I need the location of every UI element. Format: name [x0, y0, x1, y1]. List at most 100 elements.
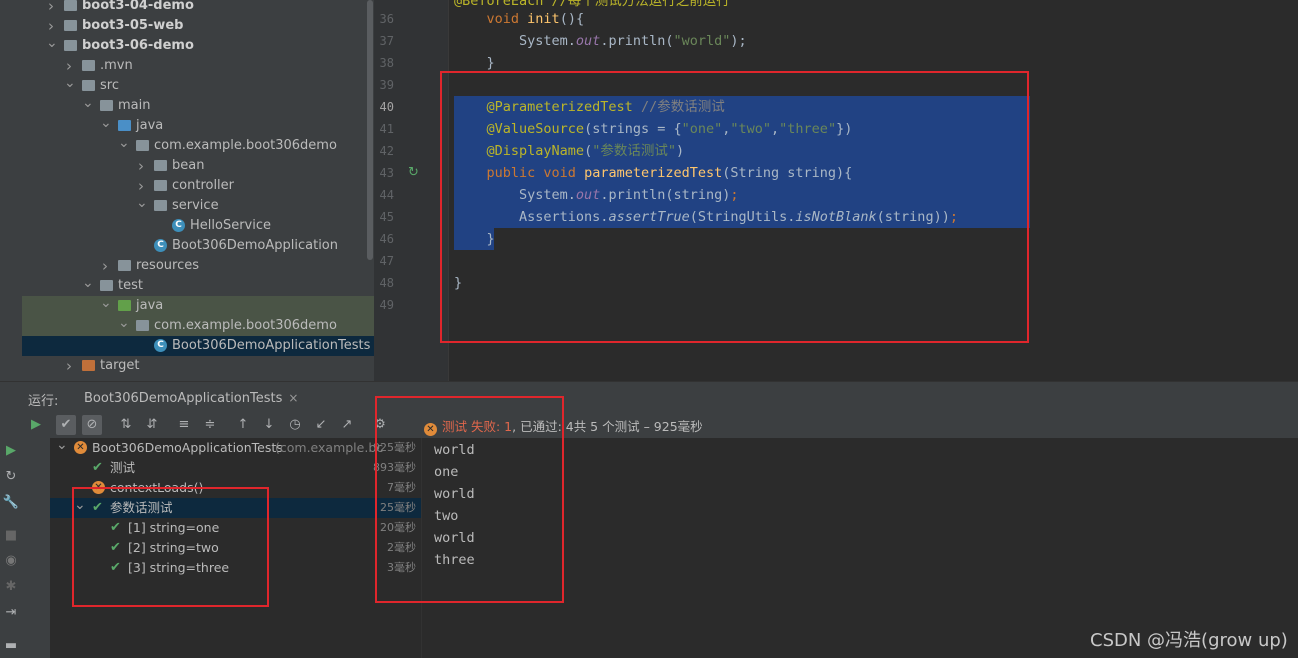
sort-alphabetically-icon[interactable]: ⇅ [116, 415, 136, 435]
class-icon: C [154, 339, 167, 352]
project-tree-label: boot3-06-demo [82, 38, 194, 53]
passed-check-icon: ✔ [92, 460, 103, 475]
project-tree-label: src [100, 78, 119, 93]
chevron-down-icon[interactable]: ⌄ [64, 73, 76, 93]
layout-icon[interactable]: ▬ [1, 636, 21, 656]
folder-icon [118, 120, 131, 131]
next-failed-icon[interactable]: ↓ [259, 415, 279, 435]
close-icon[interactable]: × [288, 391, 298, 405]
annotation-box-console [375, 396, 564, 603]
failed-test-icon: ✕ [74, 441, 87, 454]
line-number: 38 [379, 56, 394, 70]
chevron-down-icon[interactable]: ⌄ [118, 313, 130, 333]
expand-all-icon[interactable]: ≡ [174, 415, 194, 435]
test-package: (com.example.bc [275, 440, 384, 455]
run-test-icon[interactable]: ↻ [408, 166, 422, 180]
project-tree-item[interactable]: › boot3-04-demo [22, 0, 374, 16]
chevron-right-icon[interactable]: › [100, 256, 110, 276]
line-number: 40 [379, 100, 394, 114]
annotation-box-code [440, 71, 1029, 343]
project-tree-item[interactable]: ⌄ boot3-06-demo [22, 33, 374, 56]
project-tree-label: controller [172, 178, 235, 193]
chevron-down-icon[interactable]: ⌄ [100, 113, 112, 133]
line-number: 37 [379, 34, 394, 48]
chevron-down-icon[interactable]: ⌄ [56, 435, 68, 455]
line-number: 48 [379, 276, 394, 290]
wrench-icon[interactable]: 🔧 [1, 493, 21, 513]
chevron-down-icon[interactable]: ⌄ [82, 93, 94, 113]
project-tree-label: com.example.boot306demo [154, 138, 337, 153]
line-number: 47 [379, 254, 394, 268]
project-tree-item[interactable]: ⌄ service [22, 193, 374, 216]
project-tree-item[interactable]: C Boot306DemoApplication [22, 236, 374, 256]
sort-by-duration-icon[interactable]: ⇵ [142, 415, 162, 435]
camera-icon[interactable]: ◉ [1, 551, 21, 571]
run-side-tools [22, 438, 50, 658]
project-tree-label: Boot306DemoApplicationTests [172, 338, 371, 353]
project-tree-item[interactable]: › controller [22, 176, 374, 196]
test-name: Boot306DemoApplicationTests [92, 440, 283, 455]
watermark: CSDN @冯浩(grow up) [1090, 630, 1288, 651]
project-tree-item[interactable]: › bean [22, 156, 374, 176]
annotation-box-tests [72, 487, 269, 607]
chevron-right-icon[interactable]: › [64, 356, 74, 376]
class-icon: C [154, 239, 167, 252]
line-number: 46 [379, 232, 394, 246]
left-tool-strip: ▶ ↻ 🔧 ■ ◉ ✱ ⇥ ▬ [0, 411, 22, 658]
line-number: 43 [379, 166, 394, 180]
chevron-right-icon[interactable]: › [136, 156, 146, 176]
project-tree-label: boot3-05-web [82, 18, 184, 33]
previous-failed-icon[interactable]: ↑ [233, 415, 253, 435]
chevron-down-icon[interactable]: ⌄ [100, 293, 112, 313]
show-passed-icon[interactable]: ✔ [56, 415, 76, 435]
project-tree-item[interactable]: › resources [22, 256, 374, 276]
project-tree-item[interactable]: ⌄ main [22, 93, 374, 116]
project-tree-label: com.example.boot306demo [154, 318, 337, 333]
rerun-failed-icon[interactable]: ▶ [1, 441, 21, 461]
project-tree-item[interactable]: › .mvn [22, 56, 374, 76]
project-tree-item[interactable]: C HelloService [22, 216, 374, 236]
collapse-all-icon[interactable]: ≑ [200, 415, 220, 435]
chevron-down-icon[interactable]: ⌄ [82, 273, 94, 293]
history-icon[interactable]: ◷ [285, 415, 305, 435]
project-tree-item[interactable]: ⌄ java [22, 293, 374, 316]
import-tests-icon[interactable]: ↙ [311, 415, 331, 435]
debug-icon[interactable]: ✱ [1, 577, 21, 597]
folder-icon [82, 80, 95, 91]
project-tree-item[interactable]: ⌄ test [22, 273, 374, 296]
chevron-down-icon[interactable]: ⌄ [136, 193, 148, 213]
project-tree-label: target [100, 358, 140, 373]
project-tree-item[interactable]: ⌄ com.example.boot306demo [22, 313, 374, 336]
project-tree-label: java [136, 298, 164, 313]
line-number: 45 [379, 210, 394, 224]
project-tree-item[interactable]: › boot3-05-web [22, 16, 374, 36]
folder-icon [118, 300, 131, 311]
folder-icon [82, 60, 95, 71]
project-tree-label: service [172, 198, 219, 213]
rerun-icon[interactable]: ▶ [26, 415, 46, 435]
project-tree-label: resources [136, 258, 200, 273]
package-icon [154, 180, 167, 191]
chevron-down-icon[interactable]: ⌄ [46, 33, 58, 53]
line-number: 44 [379, 188, 394, 202]
project-scrollbar[interactable] [367, 0, 373, 260]
test-result-row[interactable]: ⌄ ✕ Boot306DemoApplicationTests (com.examp… [50, 435, 421, 458]
project-tree-item[interactable]: › target [22, 356, 374, 376]
run-toolbar: ▶ ✔ ⊘ ⇅ ⇵ ≡ ≑ ↑ ↓ ◷ ↙ ↗ ⚙ ✕ 测试 失败: 1, 已通过… [0, 411, 1298, 438]
exit-icon[interactable]: ⇥ [1, 603, 21, 623]
test-result-row[interactable]: ✔ 测试 893毫秒 [50, 458, 421, 478]
project-tree-item[interactable]: ⌄ com.example.boot306demo [22, 133, 374, 156]
chevron-down-icon[interactable]: ⌄ [118, 133, 130, 153]
chevron-right-icon[interactable]: › [46, 0, 56, 16]
line-number: 49 [379, 298, 394, 312]
module-icon [64, 0, 77, 11]
line-number: 41 [379, 122, 394, 136]
toggle-auto-test-icon[interactable]: ↻ [1, 467, 21, 487]
export-tests-icon[interactable]: ↗ [337, 415, 357, 435]
project-tree-item[interactable]: ⌄ src [22, 73, 374, 96]
show-ignored-icon[interactable]: ⊘ [82, 415, 102, 435]
project-tree-item[interactable]: C Boot306DemoApplicationTests [22, 336, 374, 356]
module-icon [64, 40, 77, 51]
stop-icon[interactable]: ■ [1, 526, 21, 546]
project-tree-item[interactable]: ⌄ java [22, 113, 374, 136]
